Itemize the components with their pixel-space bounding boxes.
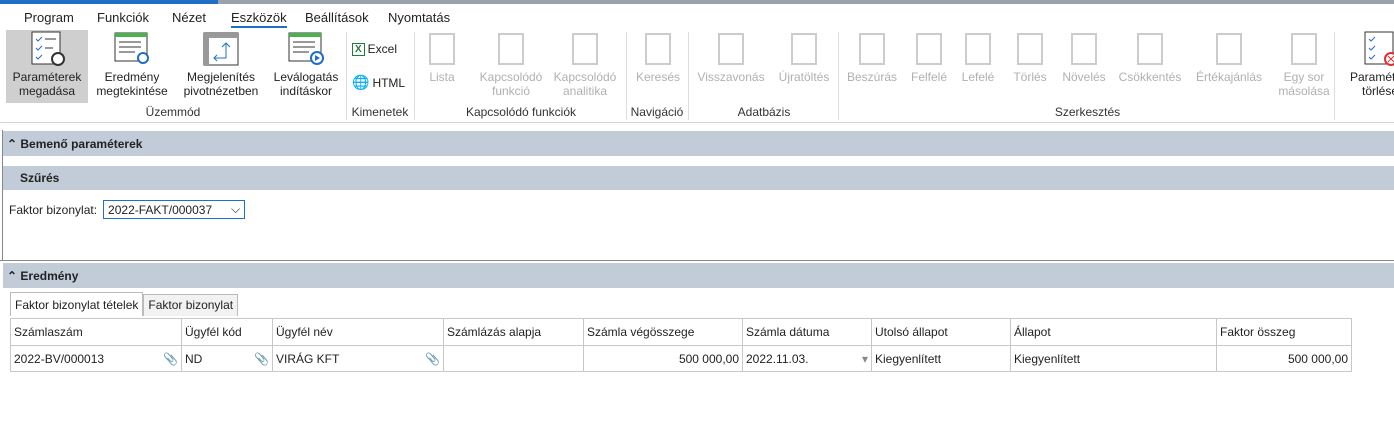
ribbon-button-disabled: Lista — [420, 30, 464, 84]
clear-parameters-button[interactable]: Paraméterek törlése — [1340, 30, 1394, 98]
result-table: Számlaszám Ügyfél kód Ügyfél név Számlázás … — [10, 318, 1352, 372]
ribbon-button-disabled: Csökkentés — [1116, 30, 1184, 84]
window-top-bar — [0, 0, 1394, 4]
group-label-adatbazis: Adatbázis — [737, 105, 791, 119]
tab-document[interactable]: Faktor bizonylat — [143, 294, 239, 316]
disabled-icon — [965, 33, 991, 65]
section-input-parameters[interactable]: ⌃ Bemenő paraméterek — [3, 131, 1394, 156]
table-cell[interactable]: Kiegyenlített — [1010, 345, 1217, 372]
disabled-icon — [916, 33, 942, 65]
ribbon: Paraméterek megadása Eredmény megtekinté… — [0, 28, 1394, 123]
dropdown-icon[interactable]: ▾ — [862, 352, 868, 366]
menu-program[interactable]: Program — [24, 10, 74, 25]
table-cell[interactable]: 2022.11.03. ▾ — [742, 345, 872, 372]
disabled-icon — [1071, 33, 1097, 65]
table-cell[interactable]: 500 000,00 — [1216, 345, 1352, 372]
globe-icon: 🌐 — [352, 74, 370, 90]
filter-row: Faktor bizonylat: 2022-FAKT/000037 ⌵ — [9, 200, 246, 219]
disabled-icon — [429, 33, 455, 65]
ribbon-button-disabled: Felfelé — [904, 30, 954, 84]
column-header[interactable]: Számla dátuma — [742, 318, 872, 346]
column-header[interactable]: Számla végösszege — [583, 318, 743, 346]
menu-funkciok[interactable]: Funkciók — [97, 10, 149, 25]
table-cell[interactable]: ND 📎 — [181, 345, 273, 372]
ribbon-button-disabled: Növelés — [1056, 30, 1112, 84]
disabled-icon — [718, 33, 744, 65]
result-view-button[interactable]: Eredmény megtekintése — [92, 30, 172, 98]
ribbon-button-disabled: Lefelé — [956, 30, 1000, 84]
table-cell[interactable]: Kiegyenlített — [871, 345, 1011, 372]
tab-items[interactable]: Faktor bizonylat tételek — [10, 292, 144, 316]
disabled-icon — [498, 33, 524, 65]
invoice-dropdown[interactable]: 2022-FAKT/000037 ⌵ — [103, 200, 246, 219]
column-header[interactable]: Ügyfél név — [272, 318, 444, 346]
ribbon-button-disabled: Keresés — [632, 30, 684, 84]
disabled-icon — [1291, 33, 1317, 65]
group-label-kimenetek: Kimenetek — [351, 105, 409, 119]
disabled-icon — [859, 33, 885, 65]
checklist-delete-icon — [1364, 31, 1394, 66]
table-row[interactable]: 2022-BV/000013 📎 ND 📎 VIRÁG KFT 📎 500 000,00 20… — [10, 345, 1352, 372]
disabled-icon — [645, 33, 671, 65]
disabled-icon — [572, 33, 598, 65]
group-label-kapcsolodo: Kapcsolódó funkciók — [465, 105, 577, 119]
ribbon-button-disabled: Beszúrás — [844, 30, 900, 84]
ribbon-button-disabled: Visszavonás — [694, 30, 768, 84]
group-label-uzemmod: Üzemmód — [145, 105, 201, 119]
table-cell[interactable]: 2022-BV/000013 📎 — [10, 345, 182, 372]
table-cell[interactable] — [443, 345, 584, 372]
ribbon-button-disabled: Kapcsolódó analitika — [548, 30, 622, 98]
column-header[interactable]: Számlaszám — [10, 318, 182, 346]
table-search-icon — [114, 32, 149, 64]
section-filter: Szűrés — [3, 166, 1394, 190]
ribbon-button-disabled: Egy sor másolása — [1272, 30, 1336, 98]
section-result[interactable]: ⌃ Eredmény — [3, 263, 1394, 288]
chevron-down-icon: ⌵ — [230, 202, 241, 216]
ribbon-button-disabled: Törlés — [1008, 30, 1052, 84]
ribbon-button-disabled: Kapcsolódó funkció — [478, 30, 544, 98]
disabled-icon — [791, 33, 817, 65]
excel-icon: X — [352, 42, 365, 56]
filter-label: Faktor bizonylat: — [9, 202, 98, 217]
table-play-icon — [288, 32, 324, 65]
column-header[interactable]: Utolsó állapot — [871, 318, 1011, 346]
pivot-view-button[interactable]: Megjelenítés pivotnézetben — [180, 30, 262, 98]
menu-beallitasok[interactable]: Beállítások — [305, 10, 369, 25]
checklist-gear-icon — [31, 31, 65, 66]
column-header[interactable]: Állapot — [1010, 318, 1217, 346]
column-header[interactable]: Számlázás alapja — [443, 318, 584, 346]
attachment-icon[interactable]: 📎 — [163, 352, 178, 366]
collapse-icon[interactable]: ⌃ — [7, 137, 20, 151]
attachment-icon[interactable]: 📎 — [254, 352, 269, 366]
disabled-icon — [1017, 33, 1043, 65]
excel-button[interactable]: X Excel — [352, 42, 397, 56]
collapse-icon[interactable]: ⌃ — [7, 269, 20, 283]
disabled-icon — [1216, 33, 1242, 65]
column-header[interactable]: Ügyfél kód — [181, 318, 273, 346]
ribbon-button-disabled: Értékajánlás — [1190, 30, 1268, 84]
attachment-icon[interactable]: 📎 — [425, 352, 440, 366]
parameters-button[interactable]: Paraméterek megadása — [6, 30, 88, 103]
menu-nezet[interactable]: Nézet — [172, 10, 206, 25]
filter-on-start-button[interactable]: Leválogatás indításkor — [272, 30, 340, 98]
disabled-icon — [1137, 33, 1163, 65]
pivot-icon — [203, 32, 239, 66]
ribbon-button-disabled: Újratöltés — [772, 30, 836, 84]
menu-nyomtatas[interactable]: Nyomtatás — [388, 10, 450, 25]
html-button[interactable]: 🌐 HTML — [352, 74, 405, 91]
table-cell[interactable]: VIRÁG KFT 📎 — [272, 345, 444, 372]
group-label-szerkesztes: Szerkesztés — [1054, 105, 1121, 119]
group-label-navigacio: Navigáció — [630, 105, 684, 119]
menu-eszkozok[interactable]: Eszközök — [231, 10, 287, 28]
table-cell[interactable]: 500 000,00 — [583, 345, 743, 372]
column-header[interactable]: Faktor összeg — [1216, 318, 1352, 346]
